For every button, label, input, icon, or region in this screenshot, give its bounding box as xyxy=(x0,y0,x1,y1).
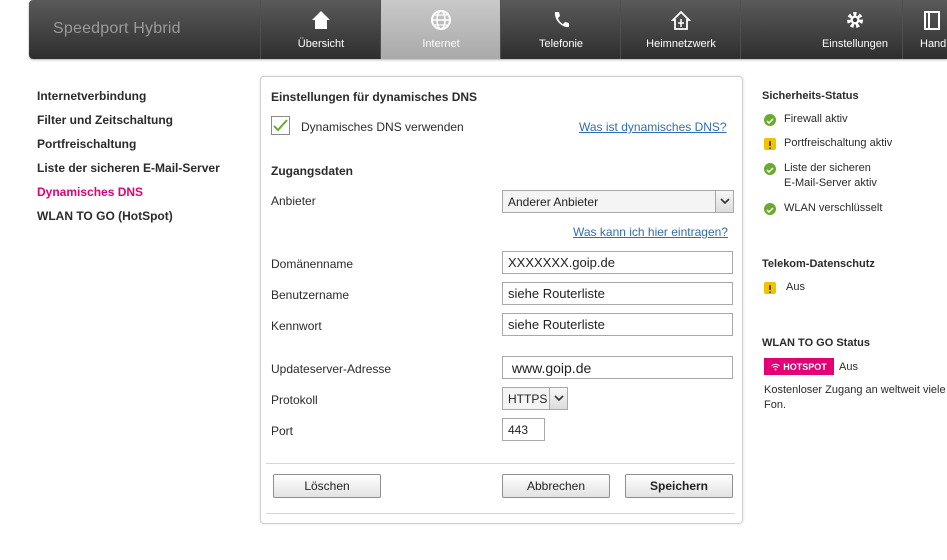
password-label: Kennwort xyxy=(271,319,322,333)
book-icon xyxy=(903,9,947,31)
sidebar-item-wlan-to-go[interactable]: WLAN TO GO (HotSpot) xyxy=(37,208,220,232)
sidebar-item-safe-mail-servers[interactable]: Liste der sicheren E-Mail-Server xyxy=(37,160,220,184)
username-label: Benutzername xyxy=(271,288,350,302)
password-input[interactable] xyxy=(502,313,733,336)
divider xyxy=(266,513,735,514)
warning-icon xyxy=(764,282,776,294)
username-input[interactable] xyxy=(502,282,733,305)
warning-icon xyxy=(764,138,776,150)
hotspot-description-line: Kostenloser Zugang an weltweit viele xyxy=(764,384,946,396)
nav-tab-internet[interactable]: Internet xyxy=(380,0,501,59)
security-port-forwarding-status: Portfreischaltung aktiv xyxy=(784,137,893,149)
what-is-ddns-link[interactable]: Was ist dynamisches DNS? xyxy=(579,120,727,134)
brand-title: Speedport Hybrid xyxy=(53,20,181,37)
protocol-select[interactable]: HTTPS xyxy=(502,387,568,410)
hotspot-description: Kostenloser Zugang an weltweit viele Fon… xyxy=(764,383,947,413)
cancel-button[interactable]: Abbrechen xyxy=(502,474,610,498)
status-line: Liste der sicheren xyxy=(784,162,871,174)
section-title: Einstellungen für dynamisches DNS xyxy=(271,90,478,104)
provider-select-value: Anderer Anbieter xyxy=(508,195,599,209)
delete-button[interactable]: Löschen xyxy=(273,474,381,498)
divider xyxy=(266,463,735,464)
ok-check-icon xyxy=(764,203,776,215)
sidebar-item-internet-connection[interactable]: Internetverbindung xyxy=(37,88,220,112)
nav-tab-handbook[interactable]: Handb xyxy=(902,0,947,59)
update-server-label: Updateserver-Adresse xyxy=(271,362,392,376)
sidebar-menu: Internetverbindung Filter und Zeitschalt… xyxy=(37,88,220,232)
hotspot-state: Aus xyxy=(839,361,858,373)
save-button[interactable]: Speichern xyxy=(625,474,733,498)
status-line: E-Mail-Server aktiv xyxy=(784,177,877,189)
phone-icon xyxy=(501,9,621,31)
top-navigation-bar: Speedport Hybrid Übersicht Internet Tele… xyxy=(29,0,947,59)
provider-select[interactable]: Anderer Anbieter xyxy=(502,190,734,213)
ok-check-icon xyxy=(764,163,776,175)
update-server-input[interactable] xyxy=(502,356,733,379)
nav-tab-label: Heimnetzwerk xyxy=(646,38,716,50)
nav-tab-settings[interactable]: Einstellungen xyxy=(795,0,915,59)
credentials-title: Zugangsdaten xyxy=(271,164,354,178)
what-to-enter-link[interactable]: Was kann ich hier eintragen? xyxy=(573,225,728,239)
use-ddns-checkbox[interactable] xyxy=(271,116,290,135)
home-icon xyxy=(261,9,381,31)
ok-check-icon xyxy=(764,114,776,126)
nav-tab-overview[interactable]: Übersicht xyxy=(260,0,381,59)
use-ddns-label: Dynamisches DNS verwenden xyxy=(301,120,464,134)
hotspot-status-title: WLAN TO GO Status xyxy=(762,337,870,349)
protocol-select-value: HTTPS xyxy=(508,392,548,406)
nav-tab-home-network[interactable]: Heimnetzwerk xyxy=(620,0,741,59)
nav-tab-label: Einstellungen xyxy=(821,38,889,50)
sidebar-item-dynamic-dns[interactable]: Dynamisches DNS xyxy=(37,184,220,208)
privacy-status: Aus xyxy=(786,281,805,293)
nav-tab-telephony[interactable]: Telefonie xyxy=(500,0,621,59)
security-mail-server-status: Liste der sicheren E-Mail-Server aktiv xyxy=(784,161,877,191)
checkmark-icon xyxy=(273,119,288,132)
hotspot-badge-label: HOTSPOT xyxy=(783,361,827,372)
house-network-icon xyxy=(621,9,741,31)
nav-tab-label: Telefonie xyxy=(538,38,584,50)
hotspot-description-line: Fon. xyxy=(764,399,787,411)
chevron-down-icon[interactable] xyxy=(715,191,733,212)
sidebar-item-filter-timer[interactable]: Filter und Zeitschaltung xyxy=(37,112,220,136)
wifi-icon xyxy=(771,363,781,370)
provider-label: Anbieter xyxy=(271,194,316,208)
port-input[interactable] xyxy=(502,418,545,441)
domain-input[interactable] xyxy=(502,251,733,274)
ddns-settings-panel: Einstellungen für dynamisches DNS Dynami… xyxy=(260,76,743,524)
port-label: Port xyxy=(271,424,294,438)
sidebar-item-port-forwarding[interactable]: Portfreischaltung xyxy=(37,136,220,160)
domain-label: Domänenname xyxy=(271,257,354,271)
gear-icon xyxy=(795,9,915,31)
nav-tab-label: Handb xyxy=(920,38,947,50)
nav-tab-label: Internet xyxy=(422,38,460,50)
privacy-title: Telekom-Datenschutz xyxy=(762,258,875,270)
hotspot-badge: HOTSPOT xyxy=(764,358,834,375)
globe-icon xyxy=(381,9,501,31)
protocol-label: Protokoll xyxy=(271,393,318,407)
security-firewall-status: Firewall aktiv xyxy=(784,113,848,125)
security-wlan-status: WLAN verschlüsselt xyxy=(784,202,883,214)
nav-tab-label: Übersicht xyxy=(297,38,345,50)
security-status-title: Sicherheits-Status xyxy=(762,90,859,102)
chevron-down-icon[interactable] xyxy=(549,388,567,409)
